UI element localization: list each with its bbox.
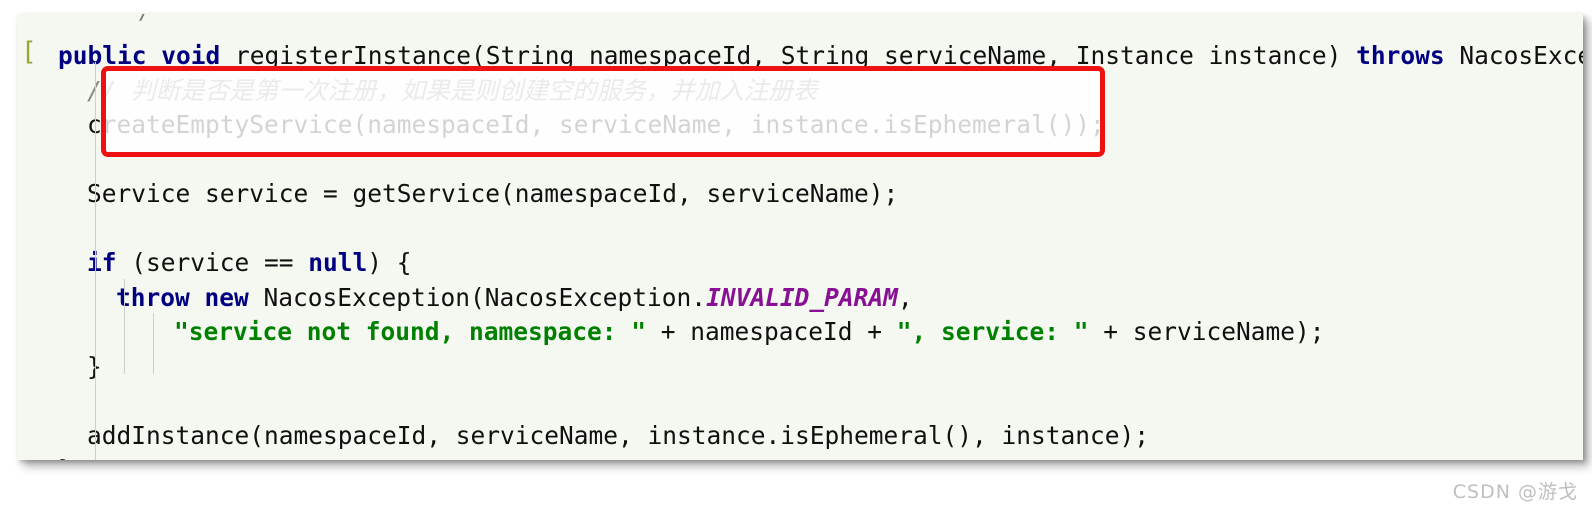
code-line[interactable]: public void registerInstance(String name… (17, 39, 1583, 74)
code-token-cmtmark: // (87, 75, 132, 105)
code-token-plain: NacosException(NacosException. (248, 282, 707, 312)
code-line-content: if (service == null) { (17, 248, 412, 277)
code-line[interactable]: createEmptyService(namespaceId, serviceN… (17, 108, 1583, 143)
code-token-plain: + namespaceId + (646, 317, 897, 346)
indent-guide-2 (153, 313, 154, 374)
code-line-content: } (17, 455, 73, 460)
code-token-plain: createEmptyService(namespaceId, serviceN… (87, 110, 1105, 139)
code-line-content: "service not found, namespace: " + names… (17, 317, 1325, 346)
code-token-kw: null (308, 248, 368, 277)
code-token-kw: void (161, 41, 221, 70)
code-token-kw: throws (1356, 41, 1445, 70)
code-line[interactable]: throw new NacosException(NacosException.… (17, 281, 1583, 316)
code-line[interactable]: if (service == null) { (17, 246, 1583, 281)
code-line[interactable]: Service service = getService(namespaceId… (17, 177, 1583, 212)
indent-guide-0 (95, 62, 96, 460)
code-line[interactable]: } (17, 350, 1583, 385)
code-line-content (17, 386, 58, 415)
code-token-plain: ) { (367, 248, 412, 277)
code-line-content (17, 214, 58, 243)
code-line-content: // 判断是否是第一次注册，如果是则创建空的服务，并加入注册表 (17, 76, 817, 105)
code-line-content: throw new NacosException(NacosException.… (17, 283, 913, 312)
code-line-content: addInstance(namespaceId, serviceName, in… (17, 421, 1149, 450)
code-line-content: public void registerInstance(String name… (17, 41, 1583, 70)
code-line[interactable] (17, 143, 1583, 178)
code-line[interactable] (17, 212, 1583, 247)
code-token-plain: registerInstance(String namespaceId, Str… (220, 41, 1357, 70)
code-line-content: Service service = getService(namespaceId… (17, 179, 898, 208)
code-line[interactable]: addInstance(namespaceId, serviceName, in… (17, 419, 1583, 454)
code-token-kw: throw (116, 282, 190, 312)
code-token-str: "service not found, namespace: " (174, 317, 647, 346)
code-line[interactable]: } (17, 453, 1583, 460)
code-line-content: } (17, 352, 102, 381)
code-token-kw: public (58, 41, 147, 70)
code-editor-panel[interactable]: [ / public void registerInstance(String … (17, 14, 1583, 460)
code-token-plain: addInstance(namespaceId, serviceName, in… (87, 420, 1150, 450)
code-token-plain: , (897, 282, 913, 312)
code-token-cmt: 判断是否是第一次注册，如果是则创建空的服务，并加入注册表 (131, 75, 818, 105)
code-token-plain: } (58, 455, 73, 460)
code-token-plain: NacosException (1459, 41, 1583, 70)
code-line-content: createEmptyService(namespaceId, serviceN… (17, 110, 1105, 139)
screenshot-root: [ / public void registerInstance(String … (0, 0, 1592, 512)
code-line[interactable] (17, 384, 1583, 419)
code-token-kw: new (204, 282, 249, 312)
code-line[interactable]: "service not found, namespace: " + names… (17, 315, 1583, 350)
code-token-plain: (service == (116, 248, 309, 277)
code-line[interactable]: // 判断是否是第一次注册，如果是则创建空的服务，并加入注册表 (17, 74, 1583, 109)
csdn-watermark: CSDN @游戈 (1452, 481, 1578, 503)
code-line-content (17, 145, 58, 174)
code-token-plain: + serviceName); (1088, 317, 1325, 346)
code-token-kw: if (87, 248, 117, 277)
code-text-area[interactable]: public void registerInstance(String name… (17, 14, 1583, 460)
code-token-const: INVALID_PARAM (706, 282, 898, 312)
code-token-str: ", service: " (896, 317, 1089, 346)
code-token-plain: Service service = getService(namespaceId… (87, 179, 899, 208)
indent-guide-1 (124, 279, 125, 374)
